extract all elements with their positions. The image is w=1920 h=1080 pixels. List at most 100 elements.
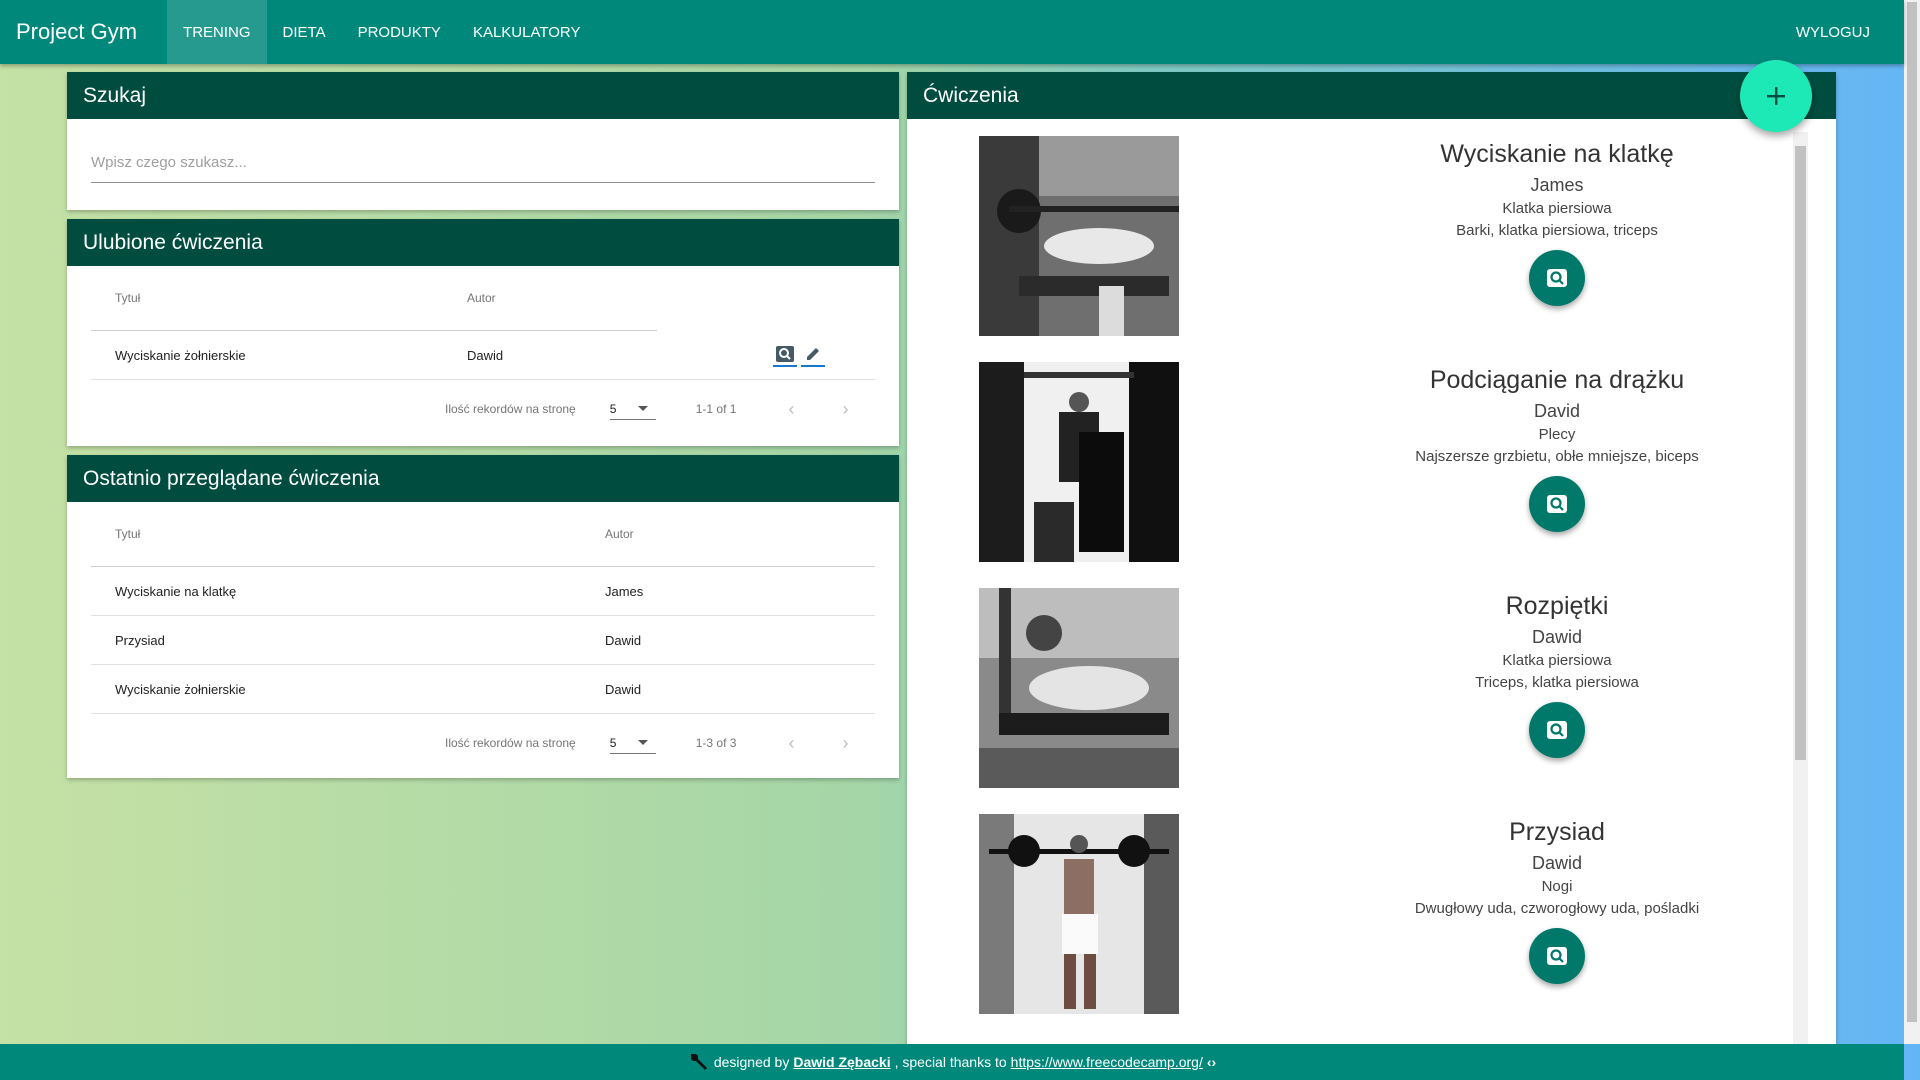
search-input[interactable] <box>91 143 875 183</box>
favorites-card-title: Ulubione ćwiczenia <box>67 219 899 266</box>
row-title: Przysiad <box>115 632 165 648</box>
exercise-info: Przysiad Dawid Nogi Dwugłowy uda, czworo… <box>1347 816 1767 984</box>
favorites-table: Tytuł Autor Wyciskanie żołnierskie Dawid… <box>91 266 875 438</box>
row-author: Dawid <box>605 632 642 648</box>
view-exercise-button[interactable] <box>1529 928 1585 984</box>
exercise-item: Przysiad Dawid Nogi Dwugłowy uda, czworo… <box>907 814 1807 1040</box>
col-author-header[interactable]: Autor <box>605 527 634 541</box>
exercise-item: Wyciskanie na klatkę James Klatka piersi… <box>907 136 1807 362</box>
footer-designed-by: designed by <box>713 1054 790 1070</box>
search-icon <box>776 346 794 362</box>
exercise-title: Wyciskanie na klatkę <box>1440 140 1674 168</box>
col-title-header[interactable]: Tytuł <box>91 291 467 305</box>
exercise-item: Podciąganie na drążku David Plecy Najsze… <box>907 362 1807 588</box>
per-page-label: Ilość rekordów na stronę <box>445 736 576 750</box>
prev-page-button[interactable]: ‹ <box>788 733 794 754</box>
exercise-body-part: Klatka piersiowa <box>1502 652 1612 669</box>
logout-button[interactable]: WYLOGUJ <box>1780 0 1904 64</box>
exercise-title: Przysiad <box>1509 818 1605 846</box>
top-navbar: Project Gym TRENING DIETA PRODUKTY KALKU… <box>0 0 1904 64</box>
row-author: Dawid <box>467 347 504 363</box>
table-row[interactable]: Wyciskanie żołnierskie Dawid <box>91 331 875 380</box>
per-page-value: 5 <box>609 401 617 416</box>
view-exercise-button[interactable] <box>1529 702 1585 758</box>
view-button[interactable] <box>773 343 797 367</box>
recent-card: Ostatnio przeglądane ćwiczenia Tytuł Aut… <box>67 455 899 778</box>
exercise-muscles: Triceps, klatka piersiowa <box>1475 674 1639 691</box>
exercises-scrollbar[interactable] <box>1793 132 1808 1052</box>
edit-button[interactable] <box>801 343 825 367</box>
chevron-down-icon <box>637 406 648 411</box>
per-page-value: 5 <box>609 735 617 750</box>
search-icon <box>1547 269 1567 287</box>
prev-page-button[interactable]: ‹ <box>788 399 794 420</box>
table-row[interactable]: Przysiad Dawid <box>91 616 875 665</box>
row-title: Wyciskanie żołnierskie <box>115 681 246 697</box>
brand-logo[interactable]: Project Gym <box>0 19 153 45</box>
per-page-label: Ilość rekordów na stronę <box>445 402 576 416</box>
page-scrollbar-thumb[interactable] <box>1907 2 1917 1022</box>
add-exercise-button[interactable] <box>1740 60 1812 132</box>
exercise-muscles: Dwugłowy uda, czworogłowy uda, pośladki <box>1414 900 1700 917</box>
search-card-title: Szukaj <box>67 72 899 119</box>
exercises-list: Wyciskanie na klatkę James Klatka piersi… <box>907 119 1836 1052</box>
exercise-body-part: Nogi <box>1541 878 1573 895</box>
wrench-icon <box>690 1054 707 1070</box>
next-page-button[interactable]: › <box>842 399 848 420</box>
exercise-muscles: Barki, klatka piersiowa, triceps <box>1456 222 1658 239</box>
per-page-select[interactable]: 5 <box>609 398 656 420</box>
exercise-info: Podciąganie na drążku David Plecy Najsze… <box>1347 364 1767 532</box>
page-range: 1-1 of 1 <box>695 402 737 416</box>
per-page-select[interactable]: 5 <box>609 732 656 754</box>
footer-author-link[interactable]: Dawid Zębacki <box>793 1054 890 1070</box>
code-icon: ‹› <box>1206 1054 1217 1070</box>
row-author: James <box>605 583 644 599</box>
exercise-image <box>979 362 1179 562</box>
page-scrollbar[interactable] <box>1904 0 1920 1044</box>
exercise-author: James <box>1530 175 1584 195</box>
search-icon <box>1547 495 1567 513</box>
exercises-scrollbar-thumb[interactable] <box>1795 146 1806 760</box>
exercise-title: Rozpiętki <box>1505 592 1609 620</box>
col-title-header[interactable]: Tytuł <box>91 527 605 541</box>
plus-icon <box>1767 87 1785 105</box>
exercise-image <box>979 136 1179 336</box>
page-range: 1-3 of 3 <box>695 736 737 750</box>
search-icon <box>1547 721 1567 739</box>
exercise-info: Wyciskanie na klatkę James Klatka piersi… <box>1347 138 1767 306</box>
recent-table-header: Tytuł Autor <box>91 502 875 567</box>
exercise-info: Rozpiętki Dawid Klatka piersiowa Triceps… <box>1347 590 1767 758</box>
nav-produkty[interactable]: PRODUKTY <box>342 0 457 64</box>
footer-freecodecamp-link[interactable]: https://www.freecodecamp.org/ <box>1011 1054 1203 1070</box>
nav-dieta[interactable]: DIETA <box>267 0 342 64</box>
exercise-title: Podciąganie na drążku <box>1429 366 1685 394</box>
exercise-item: Rozpiętki Dawid Klatka piersiowa Triceps… <box>907 588 1807 814</box>
exercise-body-part: Plecy <box>1538 426 1576 443</box>
exercise-image <box>979 588 1179 788</box>
row-title: Wyciskanie na klatkę <box>115 583 237 599</box>
row-title: Wyciskanie żołnierskie <box>115 347 246 363</box>
recent-card-title: Ostatnio przeglądane ćwiczenia <box>67 455 899 502</box>
pencil-icon <box>807 348 819 360</box>
table-row[interactable]: Wyciskanie żołnierskie Dawid <box>91 665 875 714</box>
table-row[interactable]: Wyciskanie na klatkę James <box>91 567 875 616</box>
search-icon <box>1547 947 1567 965</box>
row-author: Dawid <box>605 681 642 697</box>
col-author-header[interactable]: Autor <box>467 291 496 305</box>
favorites-table-header: Tytuł Autor <box>91 266 657 331</box>
footer: designed by Dawid Zębacki , special than… <box>0 1044 1904 1080</box>
exercise-body-part: Klatka piersiowa <box>1502 200 1612 217</box>
footer-thanks: , special thanks to <box>894 1054 1007 1070</box>
search-card: Szukaj <box>67 72 899 210</box>
favorites-card: Ulubione ćwiczenia Tytuł Autor Wyciskani… <box>67 219 899 446</box>
view-exercise-button[interactable] <box>1529 476 1585 532</box>
exercise-author: Dawid <box>1531 853 1583 873</box>
nav-trening[interactable]: TRENING <box>167 0 267 64</box>
chevron-down-icon <box>637 740 648 745</box>
nav-kalkulatory[interactable]: KALKULATORY <box>457 0 597 64</box>
next-page-button[interactable]: › <box>842 733 848 754</box>
exercise-author: Dawid <box>1531 627 1583 647</box>
exercise-author: David <box>1533 401 1581 421</box>
exercise-image <box>979 814 1179 1014</box>
view-exercise-button[interactable] <box>1529 250 1585 306</box>
